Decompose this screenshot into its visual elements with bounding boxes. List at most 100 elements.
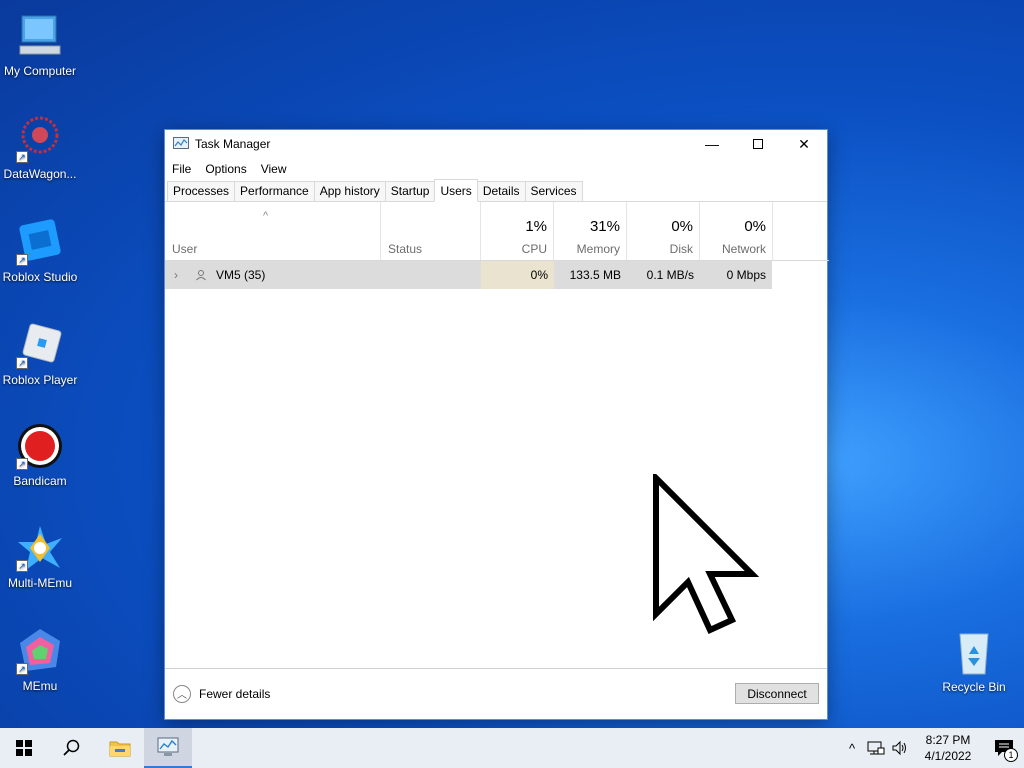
desktop-icon-label: MEmu xyxy=(22,679,58,693)
action-center-button[interactable]: 1 xyxy=(984,728,1024,768)
shortcut-arrow-icon: ↗ xyxy=(16,254,28,266)
disk-total: 0% xyxy=(671,218,693,235)
column-label: Status xyxy=(388,242,423,256)
clock-date: 4/1/2022 xyxy=(924,749,972,763)
volume-button[interactable] xyxy=(888,728,912,768)
shortcut-arrow-icon: ↗ xyxy=(16,663,28,675)
expand-chevron-icon[interactable]: › xyxy=(174,261,178,289)
file-explorer-button[interactable] xyxy=(96,728,144,768)
desktop-icon-multi-memu[interactable]: ↗ Multi-MEmu xyxy=(0,524,80,590)
desktop-icon-datawagon[interactable]: ↗ DataWagon... xyxy=(0,115,80,181)
network-icon xyxy=(867,741,885,755)
tab-startup[interactable]: Startup xyxy=(384,181,436,201)
column-label: Network xyxy=(721,242,766,256)
column-header-status[interactable]: Status xyxy=(381,202,481,260)
shortcut-arrow-icon: ↗ xyxy=(16,357,28,369)
disconnect-button[interactable]: Disconnect xyxy=(735,683,819,704)
column-header-memory[interactable]: 31% Memory xyxy=(554,202,627,260)
tab-services[interactable]: Services xyxy=(524,181,583,201)
desktop-icon-memu[interactable]: ↗ MEmu xyxy=(0,627,80,693)
column-header-network[interactable]: 0% Network xyxy=(700,202,773,260)
menu-file[interactable]: File xyxy=(172,162,191,176)
desktop-icon-label: My Computer xyxy=(3,64,77,78)
desktop-icon-my-computer[interactable]: My Computer xyxy=(0,12,80,78)
bandicam-icon: ↗ xyxy=(16,422,64,470)
title-bar[interactable]: Task Manager — ✕ xyxy=(165,130,827,158)
tab-users[interactable]: Users xyxy=(434,179,478,202)
tab-strip: Processes Performance App history Startu… xyxy=(165,179,827,202)
menu-options[interactable]: Options xyxy=(205,162,246,176)
recycle-bin-icon xyxy=(950,628,998,676)
desktop-icon-label: Multi-MEmu xyxy=(7,576,72,590)
cpu-total: 1% xyxy=(525,218,547,235)
users-grid: ^ User Status 1% CPU 31% Memory 0% Disk … xyxy=(165,202,829,669)
folder-icon xyxy=(109,741,131,757)
maximize-button[interactable] xyxy=(735,130,781,158)
tab-processes[interactable]: Processes xyxy=(167,181,236,201)
shortcut-arrow-icon: ↗ xyxy=(16,560,28,572)
column-label: User xyxy=(172,242,198,256)
sort-up-icon: ^ xyxy=(263,210,269,222)
user-disk: 0.1 MB/s xyxy=(646,268,694,282)
computer-icon xyxy=(16,12,64,60)
user-name: VM5 (35) xyxy=(216,268,266,282)
close-icon: ✕ xyxy=(798,135,810,152)
close-button[interactable]: ✕ xyxy=(781,130,827,158)
user-network: 0 Mbps xyxy=(726,268,766,282)
taskbar: ^ 8:27 PM 4/1/2022 1 xyxy=(0,728,1024,768)
user-avatar-icon xyxy=(193,261,209,289)
task-manager-window: Task Manager — ✕ File Options View Proce… xyxy=(164,129,829,720)
multi-memu-icon: ↗ xyxy=(16,524,64,572)
column-header-cpu[interactable]: 1% CPU xyxy=(481,202,554,260)
memory-total: 31% xyxy=(589,218,620,235)
user-memory: 133.5 MB xyxy=(569,268,621,282)
tab-performance[interactable]: Performance xyxy=(234,181,315,201)
menu-bar: File Options View xyxy=(165,158,827,180)
chevron-up-icon: ︿ xyxy=(173,684,191,703)
task-manager-icon xyxy=(173,137,189,149)
clock-time: 8:27 PM xyxy=(925,733,971,747)
task-manager-taskbar-button[interactable] xyxy=(144,728,192,768)
system-tray: ^ 8:27 PM 4/1/2022 1 xyxy=(840,728,1024,768)
shortcut-arrow-icon: ↗ xyxy=(16,458,28,470)
column-label: CPU xyxy=(521,242,547,256)
show-hidden-icons-button[interactable]: ^ xyxy=(840,728,864,768)
fewer-details-button[interactable]: ︿ Fewer details xyxy=(173,684,271,703)
datawagon-icon: ↗ xyxy=(16,115,64,163)
network-button[interactable] xyxy=(864,728,888,768)
start-button[interactable] xyxy=(0,728,48,768)
table-row[interactable]: › VM5 (35) 0% 133.5 MB 0.1 MB/s 0 Mbps xyxy=(165,261,772,289)
chevron-up-icon: ^ xyxy=(848,740,856,756)
network-total: 0% xyxy=(744,218,766,235)
column-label: Memory xyxy=(576,242,620,256)
window-footer: ︿ Fewer details Disconnect xyxy=(165,669,827,718)
roblox-player-icon: ↗ xyxy=(16,321,64,369)
desktop-icon-bandicam[interactable]: ↗ Bandicam xyxy=(0,422,80,488)
desktop-icon-label: Roblox Player xyxy=(2,373,78,387)
mouse-cursor-icon xyxy=(653,474,760,634)
search-icon xyxy=(63,739,80,756)
shortcut-arrow-icon: ↗ xyxy=(16,151,28,163)
tab-app-history[interactable]: App history xyxy=(313,181,386,201)
menu-view[interactable]: View xyxy=(261,162,287,176)
desktop-icon-label: DataWagon... xyxy=(3,167,77,181)
desktop-icon-label: Bandicam xyxy=(13,474,67,488)
clock[interactable]: 8:27 PM 4/1/2022 xyxy=(912,732,984,764)
tab-details[interactable]: Details xyxy=(476,181,526,201)
desktop-icon-roblox-studio[interactable]: ↗ Roblox Studio xyxy=(0,218,80,284)
desktop-icon-recycle-bin[interactable]: Recycle Bin xyxy=(934,628,1014,694)
fewer-details-label: Fewer details xyxy=(199,686,271,701)
column-header-user[interactable]: ^ User xyxy=(165,202,381,260)
roblox-studio-icon: ↗ xyxy=(16,218,64,266)
column-label: Disk xyxy=(669,242,693,256)
column-header-disk[interactable]: 0% Disk xyxy=(627,202,700,260)
desktop-icon-label: Recycle Bin xyxy=(942,680,1006,694)
windows-logo-icon xyxy=(16,740,32,756)
user-cpu: 0% xyxy=(530,268,548,282)
desktop-icon-roblox-player[interactable]: ↗ Roblox Player xyxy=(0,321,80,387)
speaker-icon xyxy=(892,740,906,756)
maximize-icon xyxy=(753,139,763,149)
search-button[interactable] xyxy=(48,728,96,768)
memu-icon: ↗ xyxy=(16,627,64,675)
minimize-button[interactable]: — xyxy=(689,130,735,158)
